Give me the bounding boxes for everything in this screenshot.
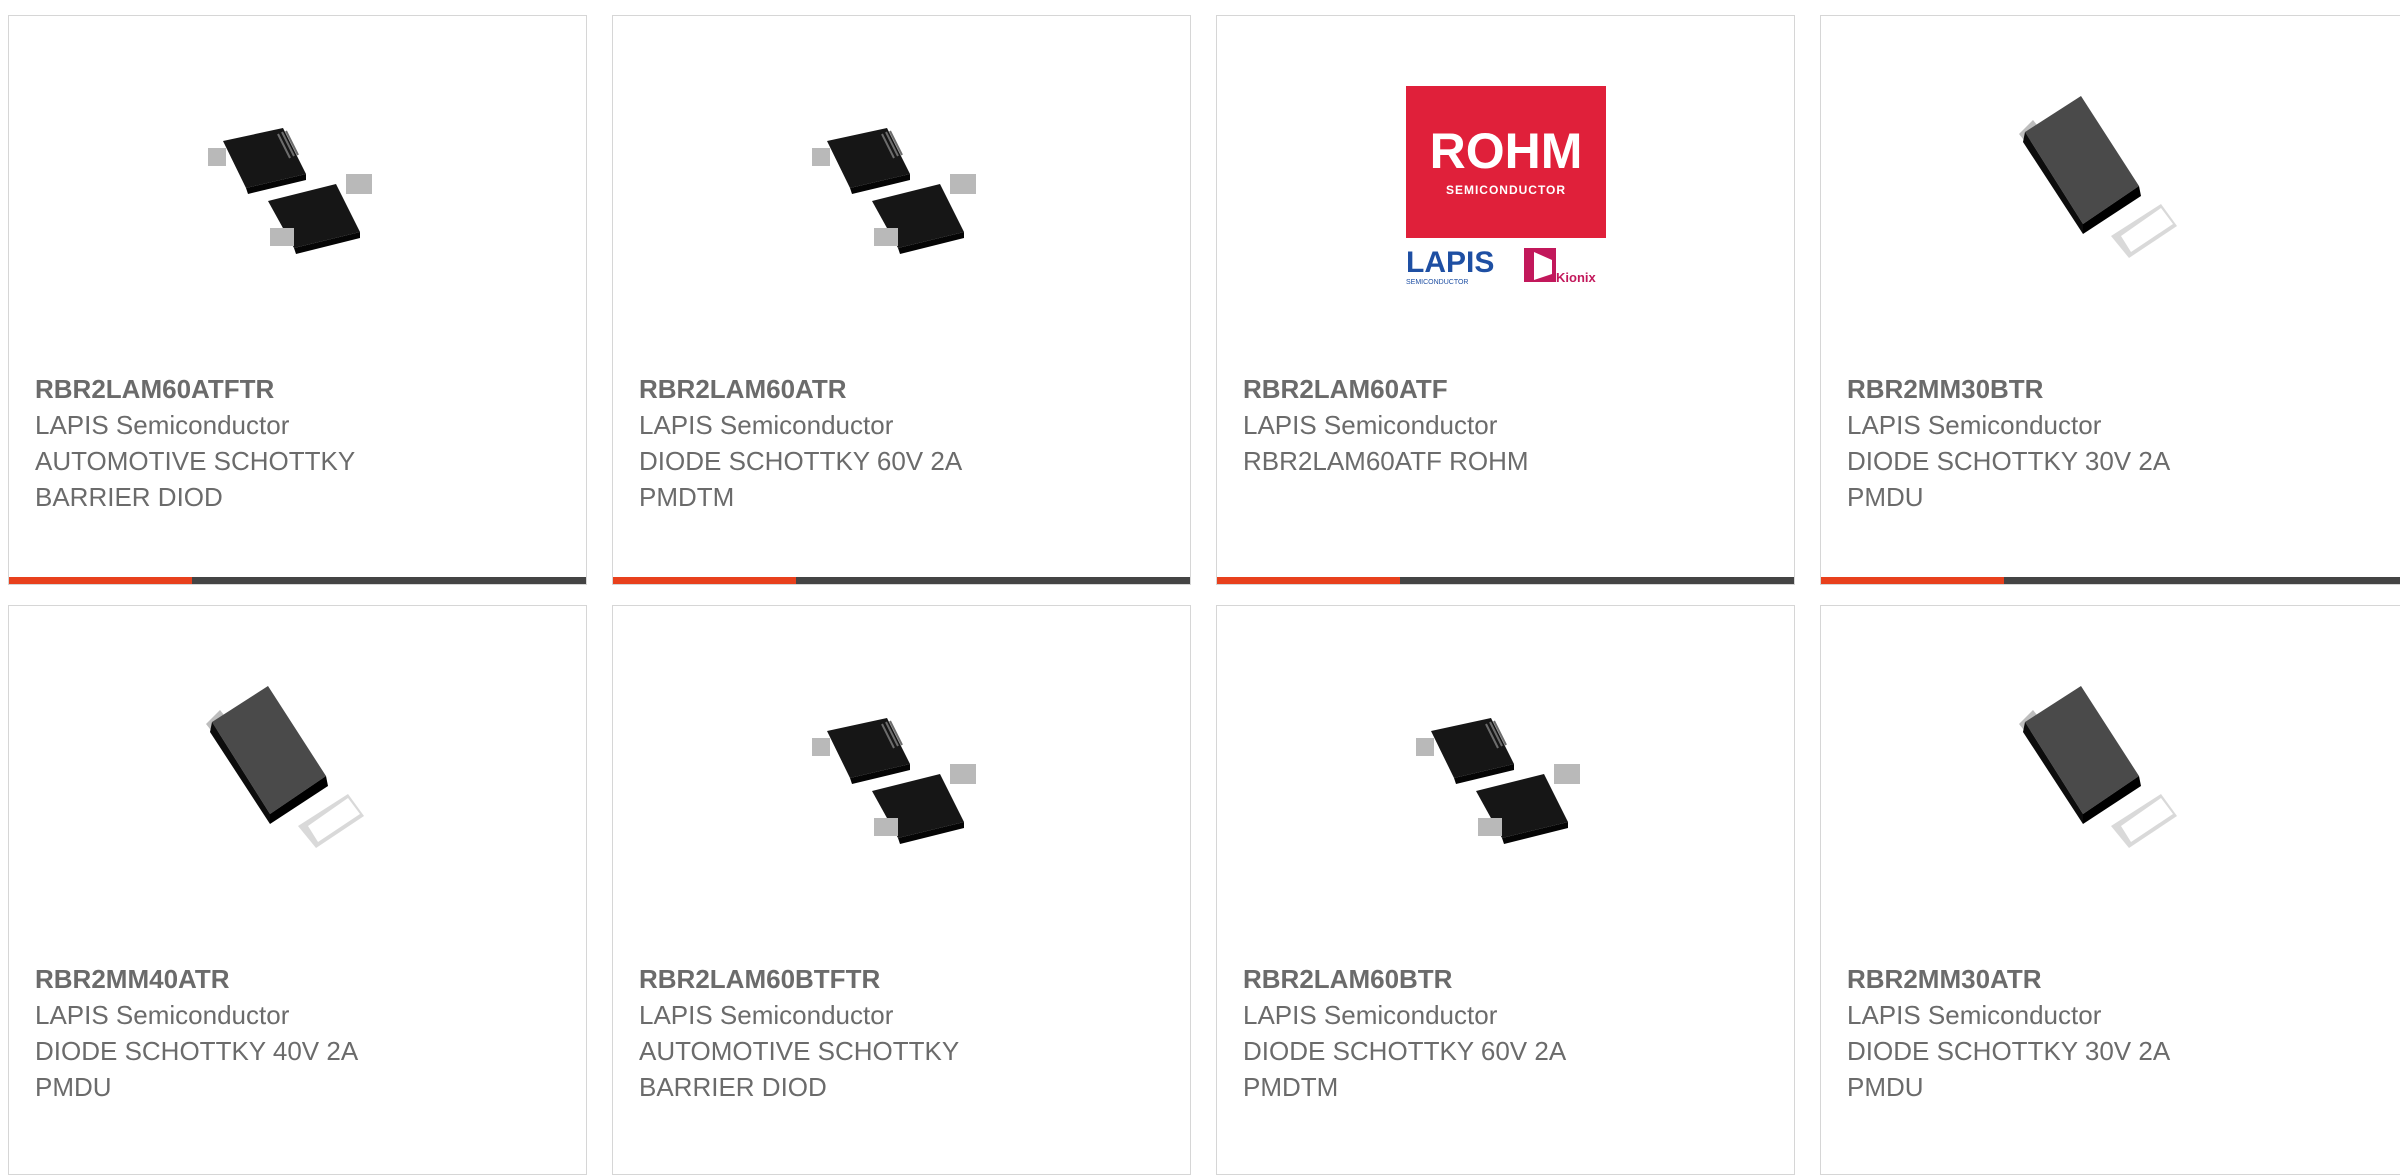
description: AUTOMOTIVE SCHOTTKY BARRIER DIOD: [35, 446, 356, 512]
pmdtm-package-icon: [802, 676, 1002, 876]
part-number[interactable]: RBR2MM30BTR: [1847, 371, 2277, 407]
part-number[interactable]: RBR2LAM60BTR: [1243, 961, 1673, 997]
description: DIODE SCHOTTKY 30V 2A PMDU: [1847, 1036, 2171, 1102]
description: DIODE SCHOTTKY 40V 2A PMDU: [35, 1036, 359, 1102]
product-card[interactable]: RBR2MM40ATR LAPIS Semiconductor DIODE SC…: [8, 605, 587, 1175]
description: RBR2LAM60ATF ROHM: [1243, 446, 1529, 476]
part-number[interactable]: RBR2MM40ATR: [35, 961, 465, 997]
pmdtm-package-icon: [802, 86, 1002, 286]
product-card[interactable]: ROHM SEMICONDUCTOR LAPIS SEMICONDUCTOR K…: [1216, 15, 1795, 585]
part-number[interactable]: RBR2LAM60ATR: [639, 371, 1069, 407]
part-number[interactable]: RBR2MM30ATR: [1847, 961, 2277, 997]
manufacturer: LAPIS Semiconductor: [1243, 410, 1498, 440]
product-card[interactable]: RBR2LAM60ATFTR LAPIS Semiconductor AUTOM…: [8, 15, 587, 585]
manufacturer: LAPIS Semiconductor: [1243, 1000, 1498, 1030]
accent-stripe: [1217, 577, 1400, 584]
product-card[interactable]: RBR2LAM60BTR LAPIS Semiconductor DIODE S…: [1216, 605, 1795, 1175]
description: DIODE SCHOTTKY 60V 2A PMDTM: [1243, 1036, 1567, 1102]
manufacturer: LAPIS Semiconductor: [1847, 410, 2102, 440]
lapis-logo-subtext: SEMICONDUCTOR: [1406, 279, 1468, 286]
description: DIODE SCHOTTKY 30V 2A PMDU: [1847, 446, 2171, 512]
description: DIODE SCHOTTKY 60V 2A PMDTM: [639, 446, 963, 512]
product-card[interactable]: RBR2MM30BTR LAPIS Semiconductor DIODE SC…: [1820, 15, 2400, 585]
card-footer-bar: [1821, 577, 2400, 584]
product-card[interactable]: RBR2LAM60ATR LAPIS Semiconductor DIODE S…: [612, 15, 1191, 585]
lapis-logo-text: LAPIS: [1406, 246, 1494, 279]
manufacturer: LAPIS Semiconductor: [639, 410, 894, 440]
manufacturer: LAPIS Semiconductor: [639, 1000, 894, 1030]
manufacturer: LAPIS Semiconductor: [1847, 1000, 2102, 1030]
kionix-logo-text: Kionix: [1556, 270, 1596, 285]
pmdu-package-icon: [2011, 676, 2211, 876]
pmdtm-package-icon: [1406, 676, 1606, 876]
accent-stripe: [9, 577, 192, 584]
manufacturer: LAPIS Semiconductor: [35, 1000, 290, 1030]
pmdu-package-icon: [2011, 86, 2211, 286]
part-number[interactable]: RBR2LAM60ATF: [1243, 371, 1673, 407]
product-card[interactable]: RBR2LAM60BTFTR LAPIS Semiconductor AUTOM…: [612, 605, 1191, 1175]
pmdtm-package-icon: [198, 86, 398, 286]
card-footer-bar: [1217, 577, 1794, 584]
card-footer-bar: [613, 577, 1190, 584]
card-footer-bar: [9, 577, 586, 584]
manufacturer: LAPIS Semiconductor: [35, 410, 290, 440]
rohm-logo: ROHM SEMICONDUCTOR LAPIS SEMICONDUCTOR K…: [1405, 86, 1606, 286]
part-number[interactable]: RBR2LAM60ATFTR: [35, 371, 465, 407]
product-card[interactable]: RBR2MM30ATR LAPIS Semiconductor DIODE SC…: [1820, 605, 2400, 1175]
accent-stripe: [613, 577, 796, 584]
description: AUTOMOTIVE SCHOTTKY BARRIER DIOD: [639, 1036, 960, 1102]
part-number[interactable]: RBR2LAM60BTFTR: [639, 961, 1069, 997]
pmdu-package-icon: [198, 676, 398, 876]
rohm-logo-text: ROHM: [1429, 123, 1582, 179]
accent-stripe: [1821, 577, 2004, 584]
rohm-logo-subtext: SEMICONDUCTOR: [1445, 183, 1565, 197]
